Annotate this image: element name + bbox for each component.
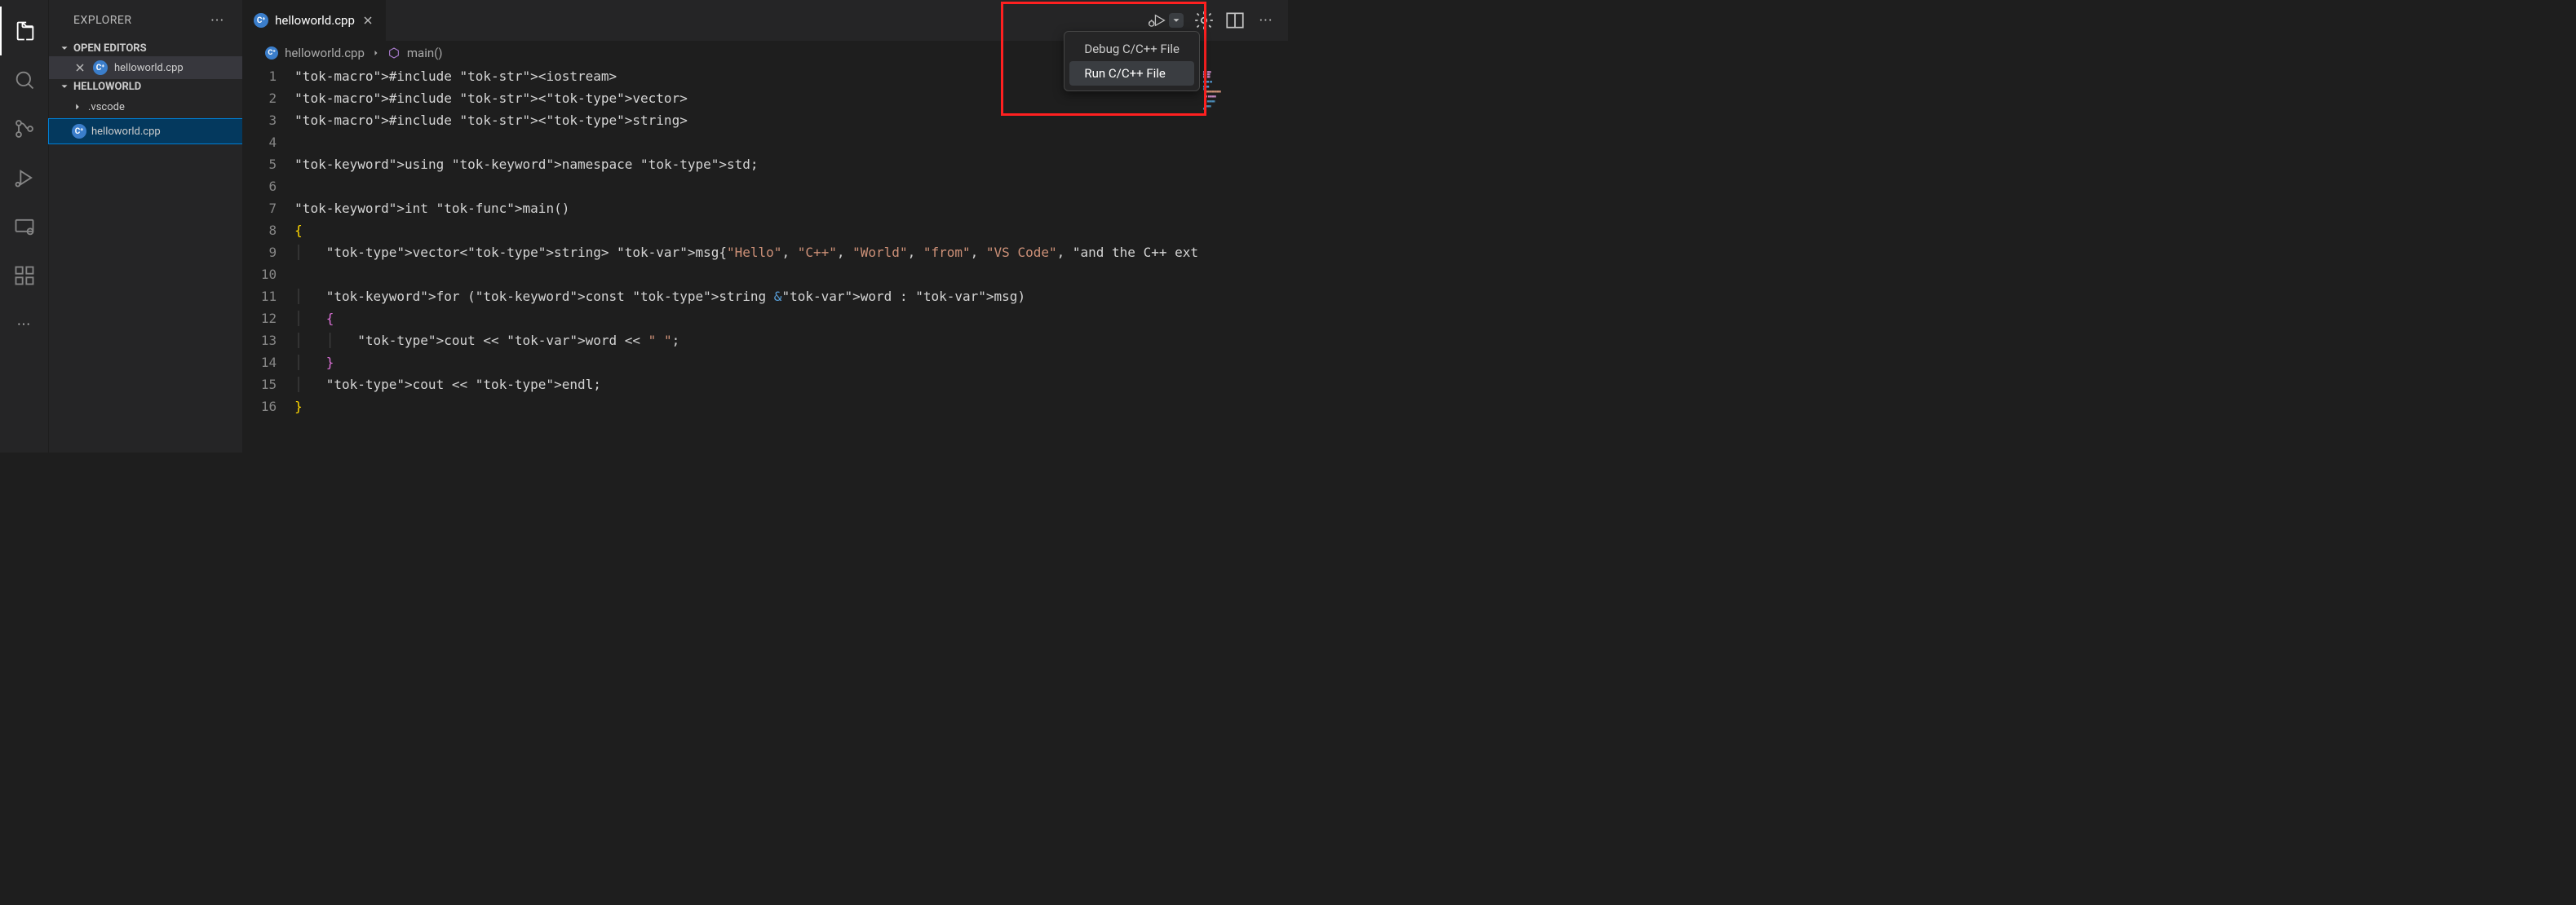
more-icon[interactable]: ··· <box>1255 10 1277 31</box>
activity-search-icon[interactable] <box>0 55 49 104</box>
explorer-sidebar: EXPLORER ··· OPEN EDITORS C⁺ helloworld.… <box>49 0 242 452</box>
tree-folder-vscode[interactable]: .vscode <box>49 95 242 119</box>
activity-more-icon[interactable]: ··· <box>0 300 49 349</box>
activity-bar: ··· <box>0 0 49 452</box>
workspace-header[interactable]: HELLOWORLD <box>49 79 242 95</box>
menu-run-file[interactable]: Run C/C++ File <box>1069 61 1194 86</box>
close-icon[interactable] <box>73 61 86 74</box>
activity-source-control-icon[interactable] <box>0 104 49 153</box>
tree-file-helloworld[interactable]: C⁺ helloworld.cpp <box>49 119 242 143</box>
open-editors-header[interactable]: OPEN EDITORS <box>49 41 242 56</box>
sidebar-more-icon[interactable]: ··· <box>210 12 224 29</box>
run-dropdown-button[interactable] <box>1169 13 1184 28</box>
menu-debug-file[interactable]: Debug C/C++ File <box>1069 37 1194 61</box>
breadcrumb-symbol[interactable]: main() <box>407 46 443 60</box>
sidebar-title: EXPLORER <box>73 14 132 27</box>
run-context-menu: Debug C/C++ File Run C/C++ File <box>1064 31 1200 91</box>
code-text[interactable]: "tok-macro">#include "tok-str"><iostream… <box>294 65 1198 452</box>
line-number-gutter: 1 2 3 4 5 6 7 8 9 10 11 12 13 14 15 16 <box>242 65 294 452</box>
editor-area: C⁺ helloworld.cpp ··· <box>242 0 1288 452</box>
gear-icon[interactable] <box>1193 10 1215 31</box>
tab-actions: ··· Debug C/C++ File Run C/C++ File <box>1144 0 1288 41</box>
sidebar-header: EXPLORER ··· <box>49 0 242 41</box>
editor-body[interactable]: 1 2 3 4 5 6 7 8 9 10 11 12 13 14 15 16 "… <box>242 65 1288 452</box>
cpp-file-icon: C⁺ <box>72 124 86 139</box>
activity-explorer-icon[interactable] <box>0 7 49 55</box>
tab-label: helloworld.cpp <box>275 13 355 28</box>
workspace-label: HELLOWORLD <box>73 81 141 93</box>
tree-file-label: helloworld.cpp <box>91 126 161 138</box>
tree-folder-label: .vscode <box>88 101 125 113</box>
breadcrumb-file[interactable]: helloworld.cpp <box>285 46 365 60</box>
open-editor-filename: helloworld.cpp <box>114 62 184 74</box>
split-editor-icon[interactable] <box>1224 10 1246 31</box>
open-editor-item[interactable]: C⁺ helloworld.cpp <box>49 56 242 79</box>
debug-run-icon[interactable] <box>1144 11 1169 29</box>
open-editors-label: OPEN EDITORS <box>73 42 147 55</box>
chevron-right-icon <box>371 48 381 58</box>
run-split-button <box>1144 11 1184 29</box>
tab-helloworld[interactable]: C⁺ helloworld.cpp <box>242 0 387 41</box>
minimap[interactable]: ███ ████ ███ ███ ███ ███ ██ ███ ██ ██ ██… <box>1198 65 1288 452</box>
cpp-file-icon: C⁺ <box>93 60 108 75</box>
activity-remote-icon[interactable] <box>0 202 49 251</box>
tabs-row: C⁺ helloworld.cpp ··· <box>242 0 1288 41</box>
symbol-method-icon <box>387 46 401 60</box>
close-icon[interactable] <box>361 14 374 27</box>
cpp-file-icon: C⁺ <box>265 46 278 60</box>
activity-extensions-icon[interactable] <box>0 251 49 300</box>
cpp-file-icon: C⁺ <box>254 13 268 28</box>
activity-run-debug-icon[interactable] <box>0 153 49 202</box>
